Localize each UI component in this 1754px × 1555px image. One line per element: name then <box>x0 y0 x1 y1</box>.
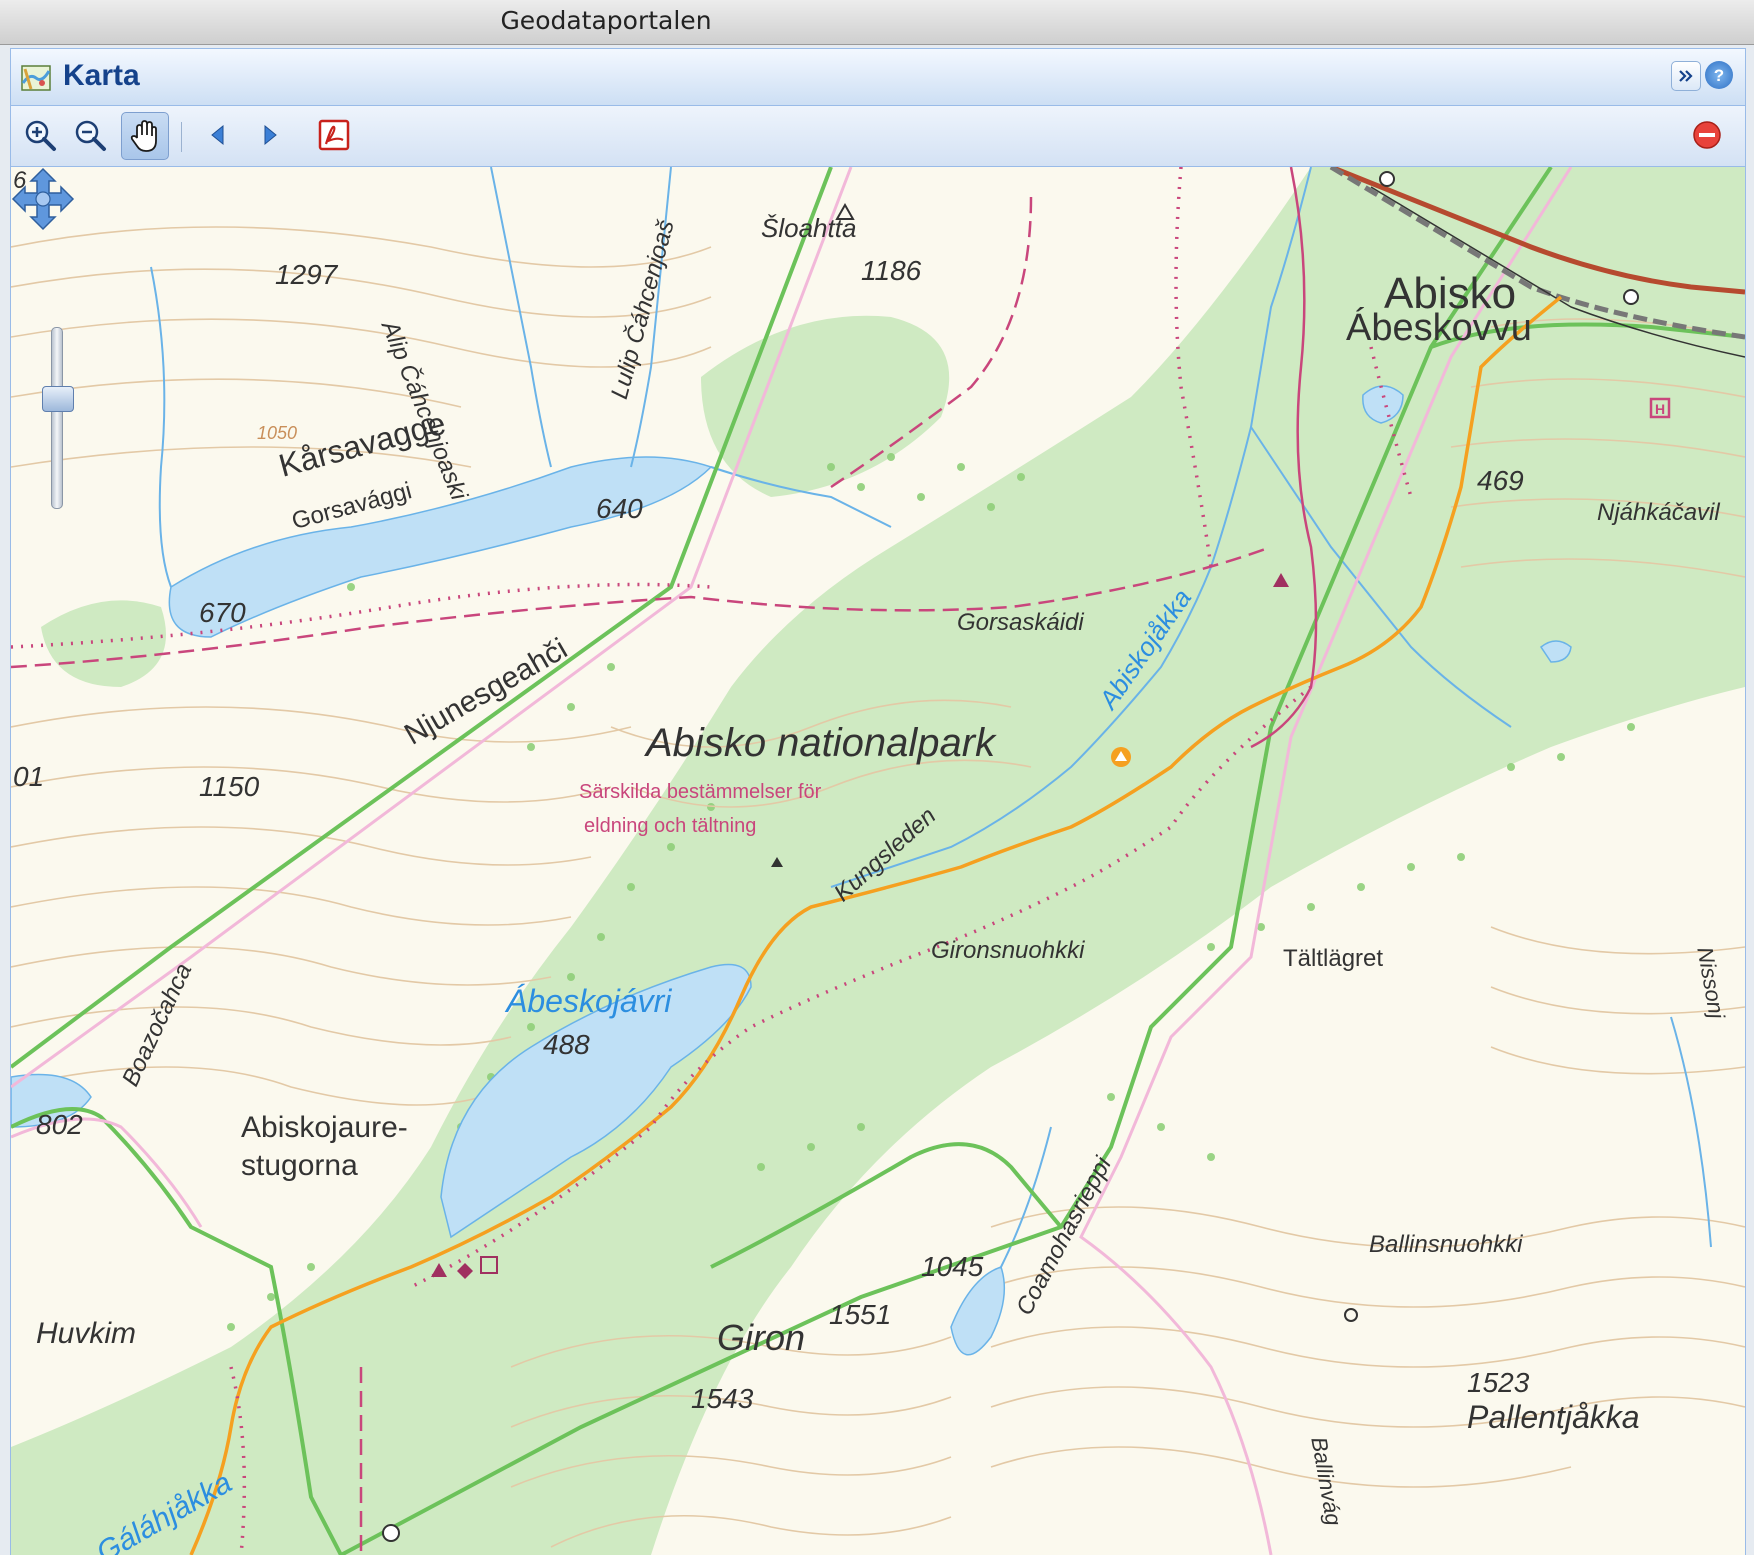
zoom-slider-thumb[interactable] <box>42 386 74 413</box>
help-icon: ? <box>1714 66 1724 85</box>
window-title: Geodataportalen <box>500 6 712 35</box>
map-label: 1150 <box>199 771 260 802</box>
help-button[interactable]: ? <box>1705 61 1733 89</box>
map-label: 670 <box>199 597 246 628</box>
forward-arrow-icon <box>264 124 277 146</box>
map-label: Šloahtta <box>761 213 857 243</box>
map-label: Ábeskovvu <box>1346 307 1532 349</box>
panel-title: Karta <box>63 59 140 92</box>
map-label: stugorna <box>241 1149 358 1182</box>
pan-hand-icon <box>130 120 157 152</box>
map-label: 1523 <box>1467 1367 1530 1398</box>
back-arrow-icon <box>211 124 224 146</box>
map-panel: Karta ? H Šloahtta 1186 1297 Alip Čáhcen… <box>10 48 1746 1555</box>
map-label: Gironsnuohkki <box>931 937 1085 964</box>
map-label: 1050 <box>257 423 298 443</box>
map-label: Särskilda bestämmelser för <box>579 781 822 803</box>
map-label: Ábeskojávri <box>506 983 672 1019</box>
map-label: 488 <box>543 1029 590 1060</box>
zoom-in-button[interactable] <box>17 112 63 158</box>
map-label: 01 <box>13 761 45 792</box>
map-label: Huvkim <box>36 1317 137 1350</box>
map-label: Ballinsnuohkki <box>1369 1231 1523 1258</box>
map-label: 1551 <box>829 1299 892 1330</box>
map-label: Njáhkáčavil <box>1597 499 1720 526</box>
double-chevron-right-icon <box>1679 70 1693 82</box>
pan-button[interactable] <box>121 112 169 160</box>
zoom-in-icon <box>25 120 56 151</box>
map-label: 640 <box>596 493 643 524</box>
map-icon <box>21 65 51 91</box>
map-label: Giron <box>717 1317 806 1358</box>
panel-header: Karta ? <box>11 49 1745 106</box>
zoom-out-icon <box>75 120 106 151</box>
map-label: 1297 <box>275 259 338 290</box>
map-label: Pallentjåkka <box>1467 1399 1640 1435</box>
map-label: eldning och tältning <box>584 815 757 837</box>
zoom-out-button[interactable] <box>67 112 113 158</box>
remove-button[interactable] <box>1684 112 1730 158</box>
zoom-slider-track[interactable] <box>51 327 63 509</box>
map-canvas[interactable]: H Šloahtta 1186 1297 Alip Čáhcenjoaski L… <box>11 167 1745 1555</box>
pdf-icon <box>318 119 350 151</box>
svg-text:?: ? <box>1714 66 1724 85</box>
map-label: Abisko nationalpark <box>646 721 996 765</box>
window-titlebar: Geodataportalen <box>0 0 1754 45</box>
map-toolbar <box>11 106 1745 167</box>
previous-extent-button[interactable] <box>195 112 241 158</box>
pan-arrows-icon[interactable] <box>11 167 75 231</box>
map-label: 1543 <box>691 1383 754 1414</box>
remove-icon <box>1693 121 1721 149</box>
svg-text:H: H <box>1655 401 1665 417</box>
next-extent-button[interactable] <box>247 112 293 158</box>
map-label: 1186 <box>861 255 922 286</box>
map-label: 1045 <box>921 1251 984 1282</box>
map-label: Abiskojaure- <box>241 1111 408 1144</box>
map-label: 469 <box>1477 465 1524 496</box>
map-label: Gorsaskáidi <box>957 609 1084 636</box>
export-pdf-button[interactable] <box>311 112 357 158</box>
collapse-panel-button[interactable] <box>1671 61 1701 91</box>
toolbar-separator <box>181 122 182 152</box>
map-label: 802 <box>36 1109 83 1140</box>
map-label: Tältlägret <box>1283 945 1384 972</box>
